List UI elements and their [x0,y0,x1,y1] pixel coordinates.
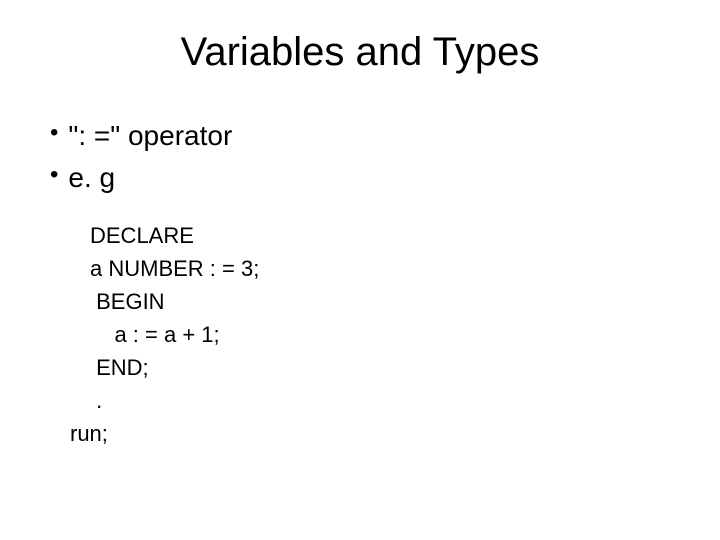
bullet-marker-icon: • [50,157,58,193]
code-line: DECLARE [90,219,680,252]
code-line: BEGIN [90,285,680,318]
code-line: a NUMBER : = 3; [90,252,680,285]
bullet-text: ": =" operator [68,115,232,157]
bullet-item: • e. g [50,157,680,199]
bullet-item: • ": =" operator [50,115,680,157]
code-line: . [90,384,680,417]
bullet-list: • ": =" operator • e. g [50,115,680,199]
code-line: run; [70,417,680,450]
slide-title: Variables and Types [40,30,680,75]
code-line: a : = a + 1; [90,318,680,351]
bullet-text: e. g [68,157,115,199]
code-example: DECLARE a NUMBER : = 3; BEGIN a : = a + … [90,219,680,450]
bullet-marker-icon: • [50,115,58,151]
code-line: END; [90,351,680,384]
